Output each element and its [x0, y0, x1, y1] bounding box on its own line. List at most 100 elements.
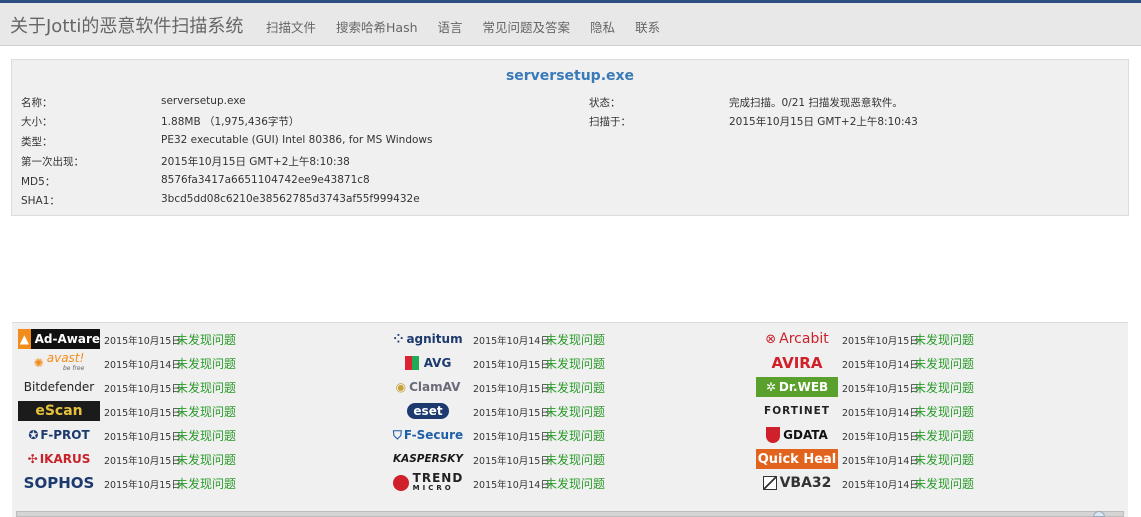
gdata-logo: GDATA — [756, 425, 838, 445]
clamav-logo: ◉ ClamAV — [395, 380, 461, 394]
field-label: 类型： — [21, 136, 53, 148]
scan-result: 未发现问题 — [914, 477, 975, 491]
quickheal-logo: Quick Heal — [756, 449, 838, 469]
scan-date: 2015年10月15日 — [842, 336, 919, 347]
eset-logo: eset — [387, 401, 469, 421]
trendmicro-icon — [392, 475, 409, 491]
bottom-frame-edge — [16, 511, 1124, 517]
scan-result: 未发现问题 — [914, 333, 975, 347]
arcabit-logo: ⊗ Arcabit — [765, 331, 829, 347]
avg-icon — [404, 356, 419, 370]
scanned-label: 扫描于： — [589, 116, 631, 128]
scan-date: 2015年10月14日 — [842, 360, 919, 371]
ad-aware-icon: ▲ — [18, 329, 31, 349]
field-value: PE32 executable (GUI) Intel 80386, for M… — [161, 134, 433, 146]
scan-date: 2015年10月15日 — [842, 432, 919, 443]
trendmicro-logo: TREND MICRO — [387, 473, 469, 493]
field-value: 2015年10月15日 GMT+2上午8:10:38 — [161, 156, 350, 168]
scan-date: 2015年10月14日 — [842, 408, 919, 419]
scan-date: 2015年10月15日 — [104, 456, 181, 467]
avast-tagline: be free — [62, 365, 85, 372]
avira-logo: AVIRA — [771, 354, 823, 372]
scan-result: 未发现问题 — [545, 405, 606, 419]
scan-result: 未发现问题 — [176, 333, 237, 347]
scan-date: 2015年10月15日 — [473, 384, 550, 395]
scan-result: 未发现问题 — [545, 381, 606, 395]
gdata-icon — [766, 427, 781, 443]
agnitum-logo: ⁘ agnitum — [393, 332, 463, 346]
scan-result: 未发现问题 — [545, 477, 606, 491]
sophos-logo: SOPHOS — [23, 474, 95, 492]
scan-result: 未发现问题 — [914, 453, 975, 467]
fprot-logo: ✪ F-PROT — [28, 428, 90, 442]
field-value: 8576fa3417a6651104742ee9e43871c8 — [161, 174, 370, 186]
ad-aware-logo: ▲ Ad-Aware — [18, 329, 100, 349]
fortinet-logo: FORTINET — [764, 405, 830, 417]
fsecure-icon: ⛉ — [392, 427, 402, 442]
scan-date: 2015年10月14日 — [842, 456, 919, 467]
top-bar: 关于Jotti的恶意软件扫描系统 扫描文件 搜索哈希Hash 语言 常见问题及答案 隐私… — [0, 0, 1141, 46]
file-name-heading: serversetup.exe — [505, 68, 635, 84]
nav-scan-file[interactable]: 扫描文件 — [266, 20, 316, 35]
scan-result: 未发现问题 — [176, 429, 237, 443]
scan-date: 2015年10月14日 — [842, 480, 919, 491]
scan-date: 2015年10月15日 — [842, 384, 919, 395]
field-value: serversetup.exe — [161, 95, 246, 107]
kaspersky-logo: KASPERSKY — [392, 453, 464, 465]
scan-date: 2015年10月15日 — [104, 432, 181, 443]
field-label: 大小： — [21, 116, 53, 128]
scan-result: 未发现问题 — [914, 357, 975, 371]
nav-contact[interactable]: 联系 — [635, 20, 660, 35]
scroll-top-button[interactable] — [1093, 511, 1105, 517]
scan-date: 2015年10月14日 — [473, 480, 550, 491]
arcabit-icon: ⊗ — [765, 331, 777, 347]
fsecure-logo: ⛉ F-Secure — [392, 427, 464, 443]
trendmicro-tagline: MICRO — [412, 484, 454, 492]
nav-faq[interactable]: 常见问题及答案 — [483, 20, 571, 35]
clamav-icon: ◉ — [395, 380, 407, 394]
nav-search-hash[interactable]: 搜索哈希Hash — [336, 20, 418, 35]
scan-result: 未发现问题 — [176, 453, 237, 467]
scan-result: 未发现问题 — [176, 381, 237, 395]
scan-date: 2015年10月15日 — [473, 456, 550, 467]
scan-date: 2015年10月15日 — [473, 408, 550, 419]
scan-date: 2015年10月15日 — [473, 432, 550, 443]
drweb-logo: ✲ Dr.WEB — [756, 377, 838, 397]
scan-result: 未发现问题 — [914, 381, 975, 395]
main-nav: 扫描文件 搜索哈希Hash 语言 常见问题及答案 隐私 联系 — [266, 17, 680, 36]
scan-result: 未发现问题 — [914, 429, 975, 443]
scan-date: 2015年10月15日 — [104, 384, 181, 395]
field-label: MD5： — [21, 176, 56, 188]
avast-logo: ✺ avast! be free — [33, 353, 85, 372]
field-label: SHA1： — [21, 195, 60, 207]
field-label: 第一次出现： — [21, 156, 84, 168]
scan-result: 未发现问题 — [545, 429, 606, 443]
drweb-icon: ✲ — [765, 380, 776, 394]
vba32-icon — [762, 476, 777, 490]
field-value: 3bcd5dd08c6210e38562785d3743af55f999432e — [161, 193, 420, 205]
scan-result: 未发现问题 — [545, 453, 606, 467]
scan-result: 未发现问题 — [545, 333, 606, 347]
site-title[interactable]: 关于Jotti的恶意软件扫描系统 — [10, 12, 243, 38]
scanned-value: 2015年10月15日 GMT+2上午8:10:43 — [729, 116, 918, 128]
ikarus-icon: ✣ — [27, 452, 38, 466]
field-value: 1.88MB （1,975,436字节） — [161, 116, 300, 128]
avast-icon: ✺ — [33, 356, 44, 370]
status-label: 状态： — [589, 97, 621, 109]
scan-result: 未发现问题 — [176, 405, 237, 419]
bitdefender-logo: Bitdefender — [23, 380, 95, 394]
nav-language[interactable]: 语言 — [438, 20, 463, 35]
scan-result: 未发现问题 — [545, 357, 606, 371]
scan-results-panel: ▲ Ad-Aware 2015年10月15日 未发现问题 ⁘ agnitum 201… — [12, 322, 1128, 517]
scan-date: 2015年10月15日 — [104, 336, 181, 347]
scan-result: 未发现问题 — [176, 477, 237, 491]
scan-result: 未发现问题 — [914, 405, 975, 419]
scan-result: 未发现问题 — [176, 357, 237, 371]
agnitum-icon: ⁘ — [393, 332, 404, 346]
field-label: 名称： — [21, 97, 53, 109]
status-value: 完成扫描。0/21 扫描发现恶意软件。 — [729, 97, 903, 109]
nav-privacy[interactable]: 隐私 — [590, 20, 615, 35]
file-info-panel: serversetup.exe 名称： serversetup.exe 状态： … — [11, 59, 1129, 216]
scan-date: 2015年10月14日 — [104, 360, 181, 371]
scan-date: 2015年10月15日 — [104, 480, 181, 491]
